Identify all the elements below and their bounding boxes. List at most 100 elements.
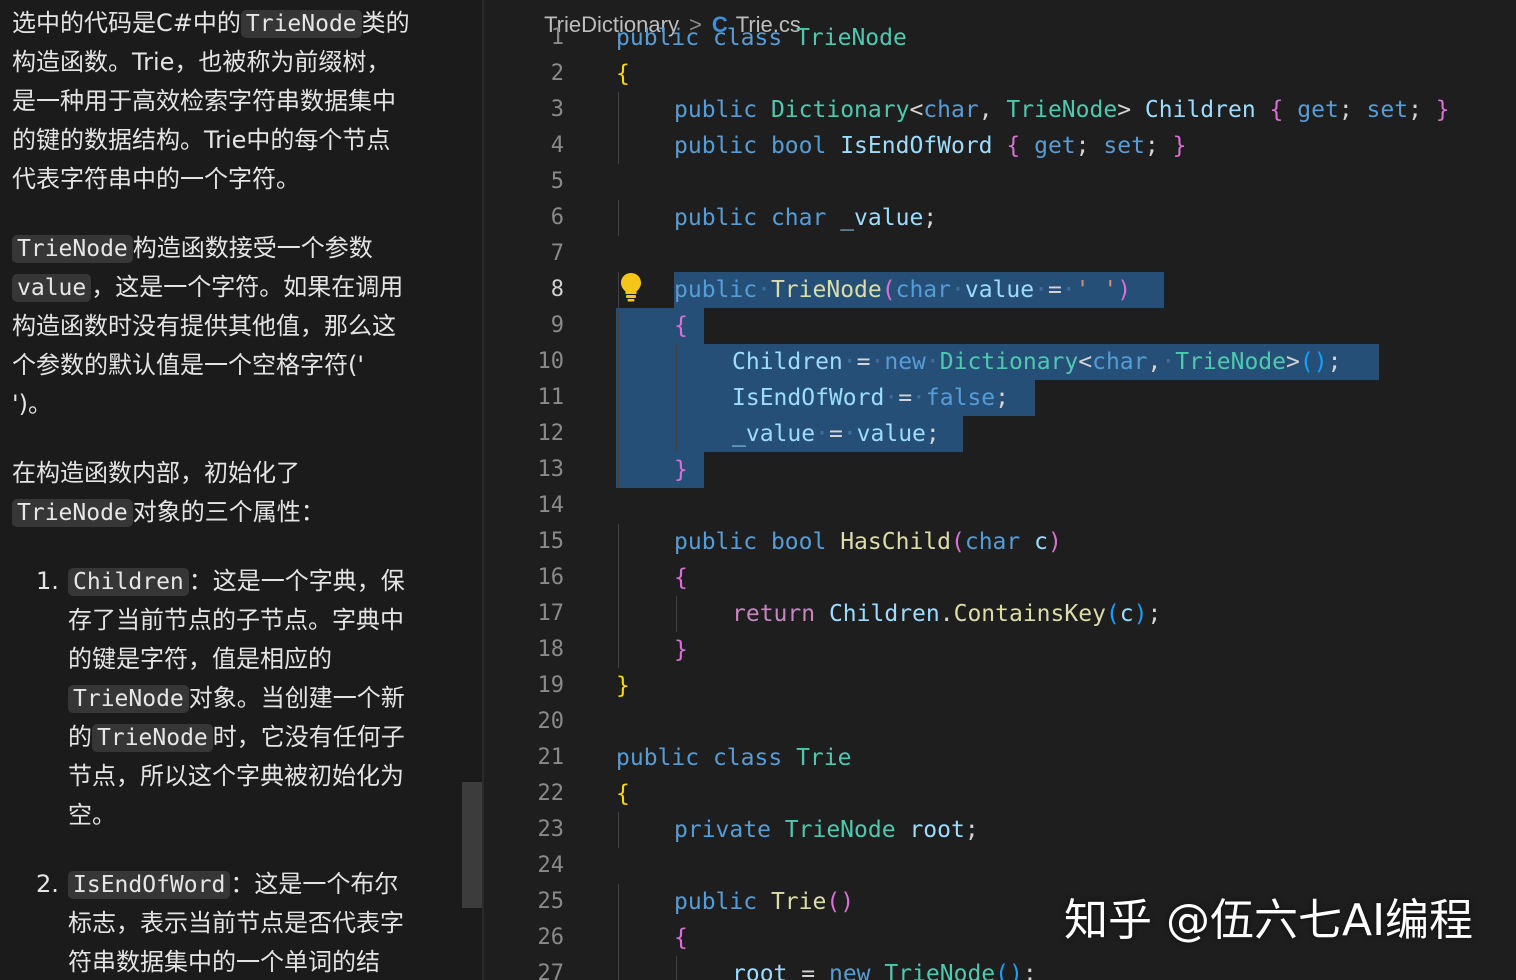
code-text[interactable]: } [674,452,688,488]
code-line[interactable]: 24 [484,848,1516,884]
indent-guide [676,344,677,380]
line-number[interactable]: 26 [484,920,565,956]
code-text[interactable]: { [616,776,630,812]
code-line[interactable]: 15 public bool HasChild(char c) [484,524,1516,560]
code-line[interactable]: 4 public bool IsEndOfWord { get; set; } [484,128,1516,164]
code-line[interactable]: 9{ [484,308,1516,344]
line-number[interactable]: 16 [484,560,565,596]
code-line[interactable]: 12 _value·=·value; [484,416,1516,452]
code-text[interactable]: public Dictionary<char, TrieNode> Childr… [674,92,1450,128]
line-number[interactable]: 3 [484,92,564,128]
line-number[interactable]: 2 [484,56,564,92]
code-line[interactable]: 18} [484,632,1516,668]
code-line[interactable]: 1 public class TrieNode [484,20,1516,56]
code-line[interactable]: 13} [484,452,1516,488]
text-line: 代表字符串中的一个字符。 [12,160,452,199]
code-token: () [1299,349,1328,375]
code-line[interactable]: 7 [484,236,1516,272]
line-number[interactable]: 15 [484,524,565,560]
code-text[interactable]: IsEndOfWord·=·false; [732,380,1009,416]
code-text[interactable]: { [616,56,630,92]
code-line[interactable]: 3 public Dictionary<char, TrieNode> Child… [484,92,1516,128]
line-number[interactable]: 6 [484,200,564,236]
code-text[interactable]: { [674,308,688,344]
code-line[interactable]: 2{ [484,56,1516,92]
code-editor[interactable]: TrieDictionary > C Trie.cs 1 public class Tr… [484,0,1516,980]
code-text[interactable]: Children·=·new·Dictionary<char,·TrieNode… [732,344,1341,380]
code-line[interactable]: 23 private TrieNode root; [484,812,1516,848]
code-token: c [1119,601,1134,627]
line-number[interactable]: 10 [484,344,565,380]
indent-guide [618,956,619,980]
inline-code: TrieNode [12,499,133,527]
line-number[interactable]: 7 [484,236,564,272]
code-text[interactable]: public class Trie [616,740,851,776]
code-line[interactable]: 19} [484,668,1516,704]
code-text[interactable]: return Children.ContainsKey(c); [732,596,1161,632]
indent-guide [618,884,619,920]
code-text[interactable]: public Trie() [674,884,854,920]
line-number[interactable]: 18 [484,632,565,668]
code-token: ; [1408,97,1422,123]
code-line[interactable]: 16 { [484,560,1516,596]
chat-scrollbar[interactable] [462,782,482,908]
line-number[interactable]: 1 [484,20,564,56]
code-token: _value [732,421,816,447]
line-number[interactable]: 23 [484,812,565,848]
line-number[interactable]: 19 [484,668,565,704]
code-text[interactable]: { [674,560,688,596]
lightbulb-icon[interactable] [620,272,642,302]
code-line[interactable]: 5 [484,164,1516,200]
message-paragraph: 在构造函数内部，初始化了 TrieNode 对象的三个属性： [12,454,452,532]
code-text[interactable]: public char _value; [674,200,937,236]
code-text[interactable]: public bool IsEndOfWord { get; set; } [674,128,1187,164]
text-line: 选中的代码是C#中的 TrieNode 类的 [12,4,452,43]
line-number[interactable]: 17 [484,596,565,632]
line-number[interactable]: 21 [484,740,565,776]
code-line[interactable]: 6 public char _value; [484,200,1516,236]
code-token: set [1103,133,1145,159]
code-token: public [674,205,758,231]
code-line[interactable]: 17 return Children.ContainsKey(c); [484,596,1516,632]
code-line[interactable]: 21 public class Trie [484,740,1516,776]
code-text[interactable]: public class TrieNode [616,20,907,56]
code-line[interactable]: 22 { [484,776,1516,812]
line-number[interactable]: 27 [484,956,565,980]
code-token: > [1117,97,1132,123]
line-number[interactable]: 8 [484,272,564,308]
code-line[interactable]: 14 [484,488,1516,524]
code-line[interactable]: 10 Children·=·new·Dictionary<char,·TrieNo… [484,344,1516,380]
text-segment: 空。 [68,801,116,829]
code-line[interactable]: 27 root = new TrieNode(); [484,956,1516,980]
line-number[interactable]: 12 [484,416,565,452]
list-item: 2. IsEndOfWord ：这是一个布尔 标志，表示当前节点是否代表字 符串数据集中… [36,865,452,980]
code-text[interactable]: public bool HasChild(char c) [674,524,1062,560]
code-line[interactable]: 20 [484,704,1516,740]
code-line[interactable]: 11 IsEndOfWord·=·false; [484,380,1516,416]
line-number[interactable]: 9 [484,308,564,344]
line-number[interactable]: 25 [484,884,565,920]
line-number[interactable]: 14 [484,488,565,524]
text-line: IsEndOfWord ：这是一个布尔 [68,865,452,904]
code-text[interactable]: private TrieNode root; [674,812,979,848]
code-token: { [674,925,688,951]
code-text[interactable]: { [674,920,688,956]
line-number[interactable]: 20 [484,704,565,740]
line-number[interactable]: 5 [484,164,564,200]
code-text[interactable]: } [674,632,688,668]
code-text[interactable]: root = new TrieNode(); [732,956,1037,980]
line-number[interactable]: 24 [484,848,565,884]
code-text[interactable]: _value·=·value; [732,416,940,452]
line-number[interactable]: 22 [484,776,565,812]
line-number[interactable]: 13 [484,452,565,488]
code-text[interactable]: public·TrieNode(char·value·=·' ') [674,272,1131,308]
line-number[interactable]: 4 [484,128,564,164]
line-number[interactable]: 11 [484,380,565,416]
code-token: private [674,817,771,843]
code-token: public [674,133,758,159]
code-text[interactable]: } [616,668,630,704]
